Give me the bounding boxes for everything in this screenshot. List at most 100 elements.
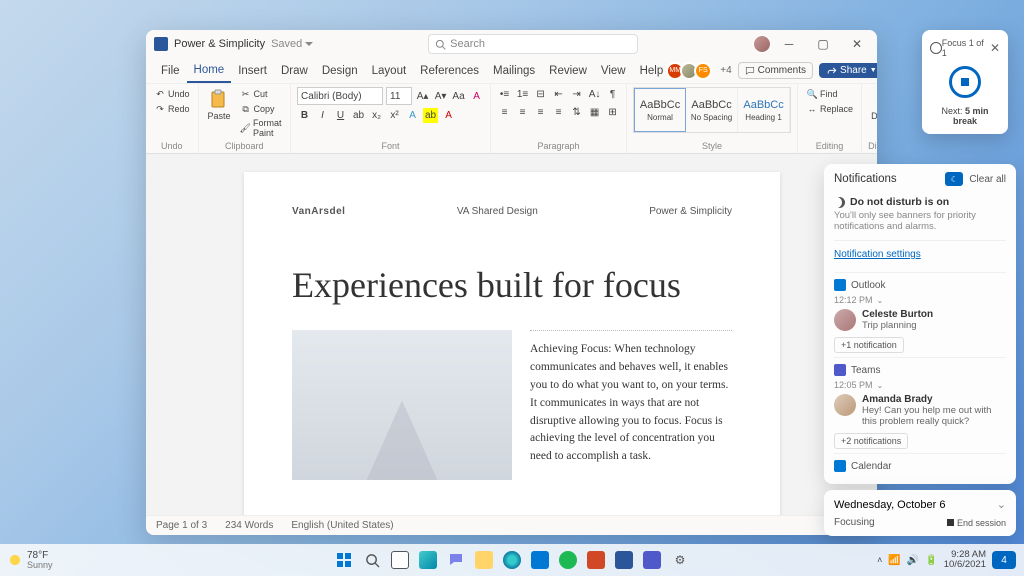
redo-button[interactable]: ↷Redo <box>152 102 192 116</box>
settings-button[interactable]: ⚙ <box>668 548 692 572</box>
font-family-select[interactable]: Calibri (Body) <box>297 87 383 105</box>
teams-more-button[interactable]: +2 notifications <box>834 433 908 449</box>
tab-view[interactable]: View <box>594 58 633 83</box>
outlook-more-button[interactable]: +1 notification <box>834 337 904 353</box>
align-center-button[interactable]: ≡ <box>515 105 530 120</box>
teams-notification[interactable]: Amanda BradyHey! Can you help me out wit… <box>834 394 1006 427</box>
powerpoint-button[interactable] <box>584 548 608 572</box>
file-explorer-button[interactable] <box>472 548 496 572</box>
clock-button[interactable]: 9:28 AM 10/6/2021 <box>944 550 986 571</box>
status-page[interactable]: Page 1 of 3 <box>156 520 207 531</box>
font-size-select[interactable]: 11 <box>386 87 412 105</box>
close-focus-toast-button[interactable]: ✕ <box>990 42 1000 54</box>
format-painter-button[interactable]: 🖌Format Paint <box>238 117 285 139</box>
notification-count-badge[interactable]: 4 <box>992 551 1016 569</box>
tab-file[interactable]: File <box>154 58 187 83</box>
tab-draw[interactable]: Draw <box>274 58 315 83</box>
chat-button[interactable] <box>444 548 468 572</box>
style-heading-1[interactable]: AaBbCcHeading 1 <box>738 88 790 132</box>
paste-button[interactable]: Paste <box>205 87 234 123</box>
tab-mailings[interactable]: Mailings <box>486 58 542 83</box>
strikethrough-button[interactable]: ab <box>351 108 366 123</box>
weather-widget[interactable]: 78°F Sunny <box>8 551 53 570</box>
presence-avatars[interactable]: MM FS <box>670 62 712 80</box>
word-taskbar-button[interactable] <box>612 548 636 572</box>
subscript-button[interactable]: x₂ <box>369 108 384 123</box>
change-case-button[interactable]: Aa <box>451 89 466 104</box>
tab-layout[interactable]: Layout <box>365 58 414 83</box>
bullets-button[interactable]: •≡ <box>497 87 512 102</box>
expand-calendar-button[interactable]: ⌄ <box>997 498 1006 511</box>
edge-button[interactable] <box>500 548 524 572</box>
tab-review[interactable]: Review <box>542 58 594 83</box>
styles-gallery[interactable]: AaBbCcNormal AaBbCcNo Spacing AaBbCcHead… <box>633 87 791 133</box>
notification-settings-link[interactable]: Notification settings <box>834 249 921 260</box>
style-normal[interactable]: AaBbCcNormal <box>634 88 686 132</box>
document-page[interactable]: VanArsdel VA Shared Design Power & Simpl… <box>244 172 780 515</box>
battery-icon[interactable]: 🔋 <box>925 555 937 566</box>
shading-button[interactable]: ▦ <box>587 105 602 120</box>
text-effects-button[interactable]: A <box>405 108 420 123</box>
bold-button[interactable]: B <box>297 108 312 123</box>
dictate-button[interactable]: 🎤Dictate <box>868 87 877 123</box>
clear-formatting-button[interactable]: A <box>469 89 484 104</box>
start-button[interactable] <box>332 548 356 572</box>
tab-references[interactable]: References <box>413 58 486 83</box>
increase-indent-button[interactable]: ⇥ <box>569 87 584 102</box>
teams-taskbar-button[interactable] <box>640 548 664 572</box>
volume-icon[interactable]: 🔊 <box>907 555 919 566</box>
superscript-button[interactable]: x² <box>387 108 402 123</box>
replace-button[interactable]: ↔Replace <box>804 102 855 116</box>
maximize-button[interactable]: ▢ <box>811 37 835 51</box>
find-button[interactable]: 🔍Find <box>804 87 855 101</box>
document-image[interactable] <box>292 330 512 480</box>
calendar-section-header[interactable]: Calendar <box>834 453 1006 472</box>
tab-home[interactable]: Home <box>187 58 232 83</box>
line-spacing-button[interactable]: ⇅ <box>569 105 584 120</box>
borders-button[interactable]: ⊞ <box>605 105 620 120</box>
font-color-button[interactable]: A <box>441 108 456 123</box>
underline-button[interactable]: U <box>333 108 348 123</box>
clear-all-button[interactable]: Clear all <box>969 174 1006 185</box>
end-session-button[interactable]: End session <box>947 518 1006 528</box>
stop-focus-button[interactable] <box>949 66 981 98</box>
autosave-status[interactable]: Saved <box>271 38 313 50</box>
account-avatar[interactable] <box>753 35 771 53</box>
status-word-count[interactable]: 234 Words <box>225 520 273 531</box>
outlook-time-toggle[interactable]: 12:12 PM⌄ <box>834 295 1006 305</box>
wifi-icon[interactable]: 📶 <box>888 555 900 566</box>
align-left-button[interactable]: ≡ <box>497 105 512 120</box>
tray-overflow-button[interactable]: ˄ <box>877 555 882 565</box>
close-button[interactable]: ✕ <box>845 37 869 51</box>
tab-design[interactable]: Design <box>315 58 365 83</box>
comments-button[interactable]: Comments <box>738 62 813 79</box>
document-heading[interactable]: Experiences built for focus <box>292 265 732 306</box>
taskbar-search-button[interactable] <box>360 548 384 572</box>
show-marks-button[interactable]: ¶ <box>605 87 620 102</box>
undo-button[interactable]: ↶Undo <box>152 87 192 101</box>
copy-button[interactable]: ⧉Copy <box>238 102 285 116</box>
minimize-button[interactable]: ─ <box>777 37 801 51</box>
multilevel-list-button[interactable]: ⊟ <box>533 87 548 102</box>
justify-button[interactable]: ≡ <box>551 105 566 120</box>
mail-button[interactable] <box>528 548 552 572</box>
decrease-indent-button[interactable]: ⇤ <box>551 87 566 102</box>
grow-font-button[interactable]: A▴ <box>415 89 430 104</box>
tab-help[interactable]: Help <box>633 58 671 83</box>
italic-button[interactable]: I <box>315 108 330 123</box>
outlook-notification[interactable]: Celeste BurtonTrip planning <box>834 309 1006 331</box>
highlight-button[interactable]: ab <box>423 108 438 123</box>
shrink-font-button[interactable]: A▾ <box>433 89 448 104</box>
tab-insert[interactable]: Insert <box>231 58 274 83</box>
cut-button[interactable]: ✂Cut <box>238 87 285 101</box>
widgets-button[interactable] <box>416 548 440 572</box>
share-button[interactable]: Share ▼ <box>819 63 877 78</box>
align-right-button[interactable]: ≡ <box>533 105 548 120</box>
search-box[interactable]: Search <box>428 34 638 54</box>
document-body[interactable]: Achieving Focus: When technology communi… <box>530 330 732 480</box>
teams-time-toggle[interactable]: 12:05 PM⌄ <box>834 380 1006 390</box>
document-canvas[interactable]: VanArsdel VA Shared Design Power & Simpl… <box>146 154 877 515</box>
task-view-button[interactable] <box>388 548 412 572</box>
presence-more-count[interactable]: +4 <box>720 65 731 76</box>
spotify-button[interactable] <box>556 548 580 572</box>
